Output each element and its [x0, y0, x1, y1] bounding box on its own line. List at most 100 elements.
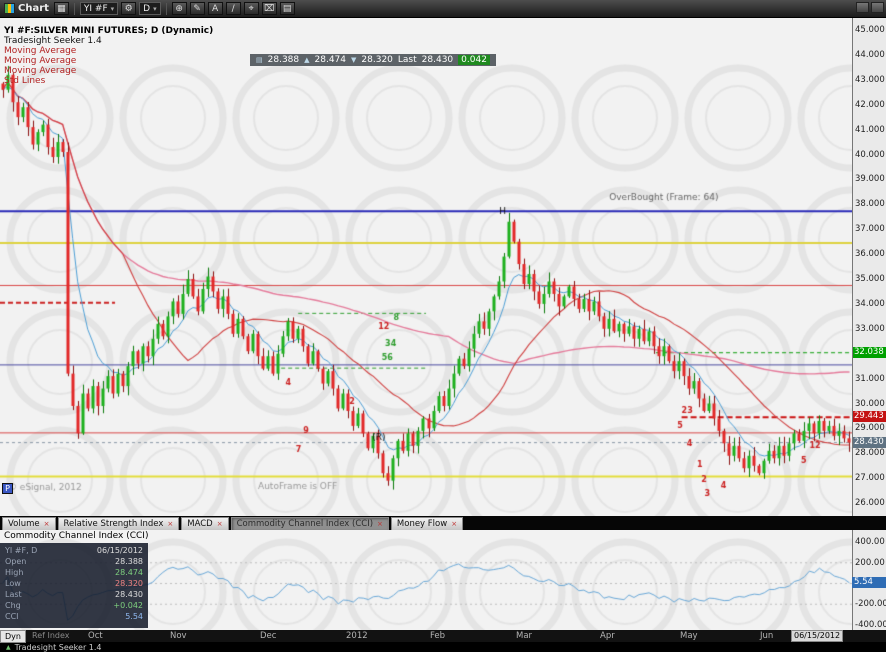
layout-button[interactable]: ▦	[54, 2, 69, 15]
price-badge: 29.443	[853, 411, 886, 422]
settings-button[interactable]: ⚙	[121, 2, 136, 15]
symbol-combo[interactable]: YI #F ▾	[80, 2, 118, 15]
chevron-down-icon: ▾	[111, 5, 115, 13]
price-badge: 28.430	[853, 437, 886, 448]
tab-relative-strength-index[interactable]: Relative Strength Index×	[58, 517, 180, 530]
price-axis-label: 34.000	[855, 299, 885, 309]
tab-close-icon[interactable]: ×	[377, 520, 383, 528]
price-axis-label: 38.000	[855, 199, 885, 209]
cci-axis-label: -200.00	[855, 599, 886, 609]
data-window-row: CCI 5.54	[5, 611, 143, 622]
tool-button-3[interactable]: ∕	[226, 2, 241, 15]
cci-axis[interactable]: 400.00200.000.00-200.00-400.005.54	[852, 530, 886, 630]
data-window-value: 5.54	[125, 611, 143, 622]
chart-window: Chart ▦ YI #F ▾ ⚙ D ▾ ⊕✎A∕⌖⌧▤ 45.00044.0…	[0, 0, 886, 652]
price-axis-label: 33.000	[855, 324, 885, 334]
chart-legend: YI #F:SILVER MINI FUTURES; D (Dynamic) T…	[4, 26, 213, 86]
tab-close-icon[interactable]: ×	[451, 520, 457, 528]
time-axis[interactable]: OctNovDec2012FebMarAprMayJun06/15/2012Dy…	[0, 630, 886, 642]
price-chart-canvas[interactable]	[0, 18, 852, 516]
cci-axis-label: -400.00	[855, 620, 886, 630]
legend-item: Std Lines	[4, 76, 213, 86]
time-axis-month: Mar	[516, 631, 532, 641]
esignal-logo-icon	[4, 3, 15, 14]
seeker-icon: ▲	[6, 644, 11, 651]
dynamic-tab[interactable]: Dyn	[0, 630, 26, 643]
price-axis-label: 43.000	[855, 75, 885, 85]
tool-button-6[interactable]: ▤	[280, 2, 295, 15]
close-button[interactable]	[871, 2, 884, 13]
low-icon: ▼	[351, 56, 356, 64]
quote-open: 28.388	[268, 55, 300, 65]
tab-label: MACD	[187, 519, 212, 529]
indicator-tabs: Volume×Relative Strength Index×MACD×Comm…	[0, 516, 886, 530]
data-window-label: YI #F, D	[5, 545, 37, 556]
tab-label: Commodity Channel Index (CCI)	[237, 519, 373, 529]
cci-panel: 400.00200.000.00-200.00-400.005.54 Commo…	[0, 530, 886, 630]
legend-item: Moving Average	[4, 56, 213, 66]
tab-commodity-channel-index-cci-[interactable]: Commodity Channel Index (CCI) ×	[231, 517, 389, 530]
toolbar-separator	[166, 3, 167, 15]
interval-combo[interactable]: D ▾	[139, 2, 160, 15]
status-bar: ▲ Tradesight Seeker 1.4	[0, 642, 886, 652]
drawing-tools: ⊕✎A∕⌖⌧▤	[172, 2, 295, 15]
quote-last: 28.430	[422, 55, 454, 65]
price-axis-label: 41.000	[855, 125, 885, 135]
tool-button-0[interactable]: ⊕	[172, 2, 187, 15]
tab-label: Relative Strength Index	[64, 519, 164, 529]
data-window-label: Open	[5, 556, 26, 567]
price-axis-label: 36.000	[855, 249, 885, 259]
data-window-row: Open28.388	[5, 556, 143, 567]
cci-axis-label: 400.00	[855, 537, 885, 547]
main-chart-panel: 45.00044.00043.00042.00041.00040.00039.0…	[0, 18, 886, 516]
tab-close-icon[interactable]: ×	[44, 520, 50, 528]
quote-strip: ▤ 28.388 ▲ 28.474 ▼ 28.320 Last 28.430 0…	[250, 54, 496, 66]
data-window-label: Chg	[5, 600, 21, 611]
price-axis-label: 40.000	[855, 150, 885, 160]
p-badge[interactable]: P	[2, 483, 13, 494]
time-axis-month: May	[680, 631, 698, 641]
tool-button-2[interactable]: A	[208, 2, 223, 15]
data-window-row: Chg +0.042	[5, 600, 143, 611]
tab-label: Volume	[8, 519, 40, 529]
legend-item: Moving Average	[4, 46, 213, 56]
time-axis-month: Apr	[600, 631, 615, 641]
time-axis-month: Jun	[760, 631, 773, 641]
time-axis-month: Feb	[430, 631, 445, 641]
data-window-row: YI #F, D06/15/2012	[5, 545, 143, 556]
tab-macd[interactable]: MACD ×	[181, 517, 228, 530]
ref-index-label: Ref Index	[32, 631, 70, 640]
time-axis-month: Dec	[260, 631, 276, 641]
tab-close-icon[interactable]: ×	[167, 520, 173, 528]
data-window-row: Last28.430	[5, 589, 143, 600]
price-axis-label: 31.000	[855, 374, 885, 384]
tool-button-5[interactable]: ⌧	[262, 2, 277, 15]
price-axis-label: 44.000	[855, 50, 885, 60]
data-window-value: 28.320	[115, 578, 143, 589]
tool-button-4[interactable]: ⌖	[244, 2, 259, 15]
price-axis-label: 30.000	[855, 399, 885, 409]
data-window-value: 28.474	[115, 567, 143, 578]
seeker-label: Tradesight Seeker 1.4	[15, 643, 102, 652]
open-icon: ▤	[256, 56, 263, 64]
tab-volume[interactable]: Volume ×	[2, 517, 56, 530]
legend-item: Moving Average	[4, 66, 213, 76]
price-axis-label: 45.000	[855, 25, 885, 35]
tab-money-flow[interactable]: Money Flow×	[391, 517, 463, 530]
tool-button-1[interactable]: ✎	[190, 2, 205, 15]
price-axis-label: 29.000	[855, 423, 885, 433]
price-axis-label: 27.000	[855, 473, 885, 483]
price-axis[interactable]: 45.00044.00043.00042.00041.00040.00039.0…	[852, 18, 886, 516]
quote-change: 0.042	[458, 55, 490, 65]
data-window-label: CCI	[5, 611, 19, 622]
window-controls	[856, 2, 884, 13]
price-axis-label: 42.000	[855, 100, 885, 110]
data-window-value: +0.042	[113, 600, 143, 611]
chevron-down-icon: ▾	[153, 5, 157, 13]
restore-button[interactable]	[856, 2, 869, 13]
price-axis-label: 37.000	[855, 224, 885, 234]
time-axis-month: Oct	[88, 631, 103, 641]
data-window-label: High	[5, 567, 23, 578]
tab-close-icon[interactable]: ×	[217, 520, 223, 528]
data-window: YI #F, D06/15/2012Open28.388High28.474Lo…	[0, 543, 148, 628]
